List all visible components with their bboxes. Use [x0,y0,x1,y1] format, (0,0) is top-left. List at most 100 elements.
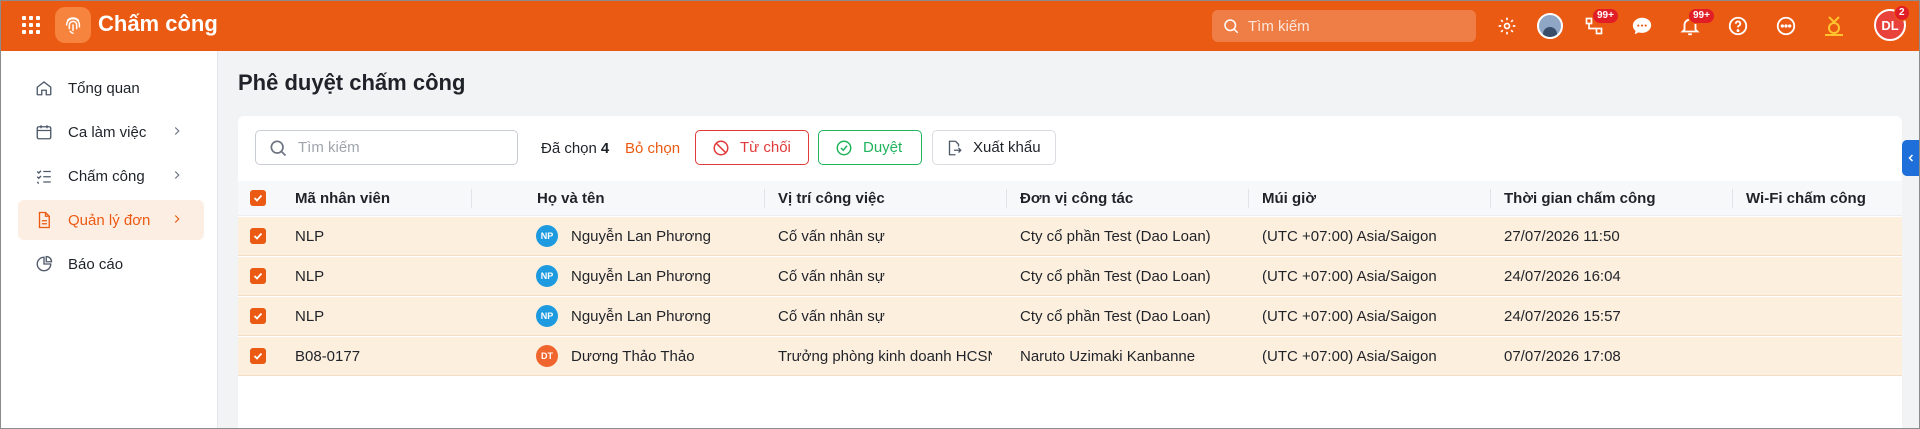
search-icon [1224,19,1239,34]
flow-badge: 99+ [1592,8,1619,24]
column-divider [1006,189,1007,208]
reject-button[interactable]: Từ chối [695,130,809,165]
table-row[interactable]: NLP NP Nguyễn Lan Phương Cố vấn nhân sự … [238,217,1902,256]
help-icon[interactable] [1724,12,1752,40]
cell-unit: Naruto Uzimaki Kanbanne [1020,348,1196,365]
row-checkbox[interactable] [250,228,266,244]
sidebar-item-reports[interactable]: Báo cáo [18,244,204,284]
chevron-left-icon [1908,154,1914,162]
cell-time: 07/07/2026 17:08 [1504,348,1621,365]
selected-summary: Đã chọn 4 [541,140,609,157]
cell-time: 24/07/2026 15:57 [1504,308,1621,325]
cell-code: NLP [295,308,325,325]
flow-icon[interactable]: 99+ [1580,8,1619,40]
reject-label: Từ chối [740,139,791,156]
export-icon [948,140,962,155]
cell-unit: Cty cổ phần Test (Dao Loan) [1020,228,1211,245]
cell-wifi [1746,257,1896,296]
approve-button[interactable]: Duyệt [818,130,922,165]
table-search[interactable] [255,130,518,165]
medal-icon[interactable] [1820,12,1848,40]
column-divider [471,189,472,208]
table-search-input[interactable] [298,139,508,156]
avatar-icon[interactable] [1536,12,1564,40]
user-initials: DL [1881,17,1899,33]
grid-icon[interactable] [20,14,42,36]
top-bar: Chấm công 99+ 99+ DL 2 [0,0,1920,51]
document-icon [34,210,54,230]
cell-name: Dương Thảo Thảo [571,348,695,365]
cell-position: Cố vấn nhân sự [778,228,885,245]
column-header-code[interactable]: Mã nhân viên [295,181,390,216]
chat-icon[interactable] [1628,12,1656,40]
user-badge: 2 [1894,5,1910,21]
bell-badge: 99+ [1688,8,1715,24]
collapse-panel-tab[interactable] [1902,140,1920,176]
export-label: Xuất khẩu [973,139,1041,156]
avatar: DT [536,345,558,367]
cell-unit: Cty cổ phần Test (Dao Loan) [1020,268,1211,285]
chevron-right-icon [170,124,184,142]
cell-wifi [1746,297,1896,336]
chevron-right-icon [170,212,184,230]
cell-name: Nguyễn Lan Phương [571,228,711,245]
calendar-icon [34,122,54,142]
sidebar-item-requests[interactable]: Quản lý đơn [18,200,204,240]
more-icon[interactable] [1772,12,1800,40]
column-header-name[interactable]: Họ và tên [537,181,605,216]
pie-chart-icon [34,254,54,274]
approve-label: Duyệt [863,139,903,156]
row-checkbox[interactable] [250,308,266,324]
sidebar-item-label: Ca làm việc [68,123,147,141]
check-icon [253,272,263,280]
export-button[interactable]: Xuất khẩu [932,130,1056,165]
check-icon [253,194,263,202]
top-search[interactable] [1212,10,1476,42]
sidebar-item-label: Báo cáo [68,255,124,273]
cell-timezone: (UTC +07:00) Asia/Saigon [1262,268,1437,285]
user-avatar[interactable]: DL 2 [1874,5,1910,41]
column-header-unit[interactable]: Đơn vị công tác [1020,181,1133,216]
avatar: NP [536,225,558,247]
cell-unit: Cty cổ phần Test (Dao Loan) [1020,308,1211,325]
column-divider [1732,189,1733,208]
page-title: Phê duyệt chấm công [238,70,466,95]
avatar: NP [536,305,558,327]
check-circle-icon [836,140,852,155]
column-divider [1248,189,1249,208]
select-all-checkbox[interactable] [250,190,266,206]
column-header-wifi[interactable]: Wi-Fi chấm công [1746,181,1866,216]
bell-icon[interactable]: 99+ [1676,8,1715,40]
cell-position: Trưởng phòng kinh doanh HCSN [778,348,992,365]
selected-label: Đã chọn [541,140,597,157]
cell-timezone: (UTC +07:00) Asia/Saigon [1262,228,1437,245]
cell-timezone: (UTC +07:00) Asia/Saigon [1262,308,1437,325]
column-header-timezone[interactable]: Múi giờ [1262,181,1316,216]
cell-wifi [1746,337,1896,376]
sidebar-item-label: Tổng quan [68,79,140,97]
sidebar-item-shifts[interactable]: Ca làm việc [18,112,204,152]
fingerprint-icon[interactable] [55,7,91,43]
column-header-position[interactable]: Vị trí công việc [778,181,885,216]
column-divider [1490,189,1491,208]
gear-icon[interactable] [1493,12,1521,40]
sidebar-item-timekeeping[interactable]: Chấm công [18,156,204,196]
sidebar-item-overview[interactable]: Tổng quan [18,68,204,108]
check-icon [253,232,263,240]
cell-position: Cố vấn nhân sự [778,268,885,285]
table-row[interactable]: B08-0177 DT Dương Thảo Thảo Trưởng phòng… [238,337,1902,376]
cell-timezone: (UTC +07:00) Asia/Saigon [1262,348,1437,365]
search-icon [270,140,287,156]
app-title[interactable]: Chấm công [98,11,218,37]
top-search-input[interactable] [1248,17,1458,35]
row-checkbox[interactable] [250,268,266,284]
table-row[interactable]: NLP NP Nguyễn Lan Phương Cố vấn nhân sự … [238,257,1902,296]
check-icon [253,312,263,320]
approval-panel: Đã chọn4 Bỏ chọn Từ chối Duyệt Xuất khẩu… [238,116,1902,429]
table-row[interactable]: NLP NP Nguyễn Lan Phương Cố vấn nhân sự … [238,297,1902,336]
column-header-time[interactable]: Thời gian chấm công [1504,181,1656,216]
sidebar-item-label: Chấm công [68,167,145,185]
deselect-link[interactable]: Bỏ chọn [625,140,680,157]
cell-position: Cố vấn nhân sự [778,308,885,325]
row-checkbox[interactable] [250,348,266,364]
